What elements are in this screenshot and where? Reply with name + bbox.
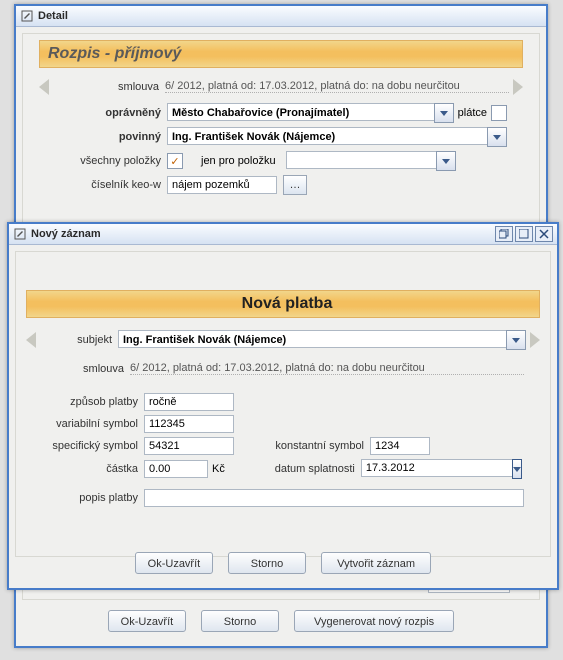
povinny-label: povinný bbox=[55, 131, 167, 143]
opravneny-dropdown-icon[interactable] bbox=[434, 103, 454, 123]
platce-checkbox[interactable] bbox=[491, 105, 507, 121]
opravneny-label: oprávněný bbox=[55, 107, 167, 119]
smlouva-label: smlouva bbox=[53, 81, 165, 93]
ciselnik-input[interactable] bbox=[167, 176, 277, 194]
prev-subject-arrow-icon[interactable] bbox=[26, 332, 36, 348]
popis-label: popis platby bbox=[42, 492, 144, 504]
newrec-create-button[interactable]: Vytvořit záznam bbox=[321, 552, 431, 574]
detail-footer: Ok-Uzavřít Storno Vygenerovat nový rozpi… bbox=[22, 602, 540, 640]
next-subject-arrow-icon[interactable] bbox=[530, 332, 540, 348]
detail-ok-button[interactable]: Ok-Uzavřít bbox=[108, 610, 186, 632]
castka-label: částka bbox=[42, 463, 144, 475]
subjekt-value: Ing. František Novák (Nájemce) bbox=[118, 330, 506, 348]
maximize-icon bbox=[519, 229, 529, 239]
edit-icon bbox=[13, 227, 27, 241]
newrec-ok-button[interactable]: Ok-Uzavřít bbox=[135, 552, 213, 574]
newrec-storno-button[interactable]: Storno bbox=[228, 552, 306, 574]
vsechny-checkbox[interactable]: ✓ bbox=[167, 153, 183, 169]
newrec-titlebar[interactable]: Nový záznam bbox=[9, 224, 557, 245]
castka-input[interactable] bbox=[144, 460, 208, 478]
newrec-smlouva-label: smlouva bbox=[42, 363, 130, 375]
restore-window-button[interactable] bbox=[495, 226, 513, 242]
detail-title: Detail bbox=[38, 10, 68, 22]
ciselnik-lookup-button[interactable]: … bbox=[283, 175, 307, 195]
close-window-button[interactable] bbox=[535, 226, 553, 242]
kc-label: Kč bbox=[212, 463, 225, 475]
close-icon bbox=[539, 229, 549, 239]
newrec-title: Nový záznam bbox=[31, 228, 101, 240]
zpusob-label: způsob platby bbox=[42, 396, 144, 408]
newrec-footer: Ok-Uzavřít Storno Vytvořit záznam bbox=[15, 544, 551, 582]
opravneny-value: Město Chabařovice (Pronajímatel) bbox=[167, 103, 434, 121]
var-input[interactable] bbox=[144, 415, 234, 433]
subjekt-label: subjekt bbox=[40, 334, 118, 346]
opravneny-combo[interactable]: Město Chabařovice (Pronajímatel) bbox=[167, 103, 454, 123]
popis-input[interactable] bbox=[144, 489, 524, 507]
zpusob-input[interactable] bbox=[144, 393, 234, 411]
splat-dropdown-icon[interactable] bbox=[512, 459, 522, 479]
newrec-smlouva-value: 6/ 2012, platná od: 17.03.2012, platná d… bbox=[130, 362, 524, 375]
splat-label: datum splatnosti bbox=[225, 463, 361, 475]
next-record-arrow-icon[interactable] bbox=[513, 79, 523, 95]
platce-label: plátce bbox=[458, 107, 487, 119]
ellipsis-icon: … bbox=[290, 179, 301, 191]
restore-icon bbox=[499, 229, 509, 239]
konst-label: konstantní symbol bbox=[234, 440, 370, 452]
jenpro-label: jen pro položku bbox=[201, 155, 276, 167]
detail-titlebar[interactable]: Detail bbox=[16, 6, 546, 27]
edit-icon bbox=[20, 9, 34, 23]
maximize-window-button[interactable] bbox=[515, 226, 533, 242]
jenpro-combo[interactable] bbox=[286, 151, 456, 171]
var-label: variabilní symbol bbox=[42, 418, 144, 430]
prev-record-arrow-icon[interactable] bbox=[39, 79, 49, 95]
ciselnik-label: číselník keo-w bbox=[55, 179, 167, 191]
subjekt-dropdown-icon[interactable] bbox=[506, 330, 526, 350]
jenpro-value bbox=[286, 151, 436, 169]
povinny-combo[interactable]: Ing. František Novák (Nájemce) bbox=[167, 127, 507, 147]
subjekt-combo[interactable]: Ing. František Novák (Nájemce) bbox=[118, 330, 526, 350]
detail-generate-button[interactable]: Vygenerovat nový rozpis bbox=[294, 610, 454, 632]
spec-label: specifický symbol bbox=[42, 440, 144, 452]
konst-input[interactable] bbox=[370, 437, 430, 455]
newrec-heading: Nová platba bbox=[26, 290, 540, 318]
povinny-dropdown-icon[interactable] bbox=[487, 127, 507, 147]
detail-storno-button[interactable]: Storno bbox=[201, 610, 279, 632]
splat-input[interactable] bbox=[361, 459, 512, 477]
jenpro-dropdown-icon[interactable] bbox=[436, 151, 456, 171]
povinny-value: Ing. František Novák (Nájemce) bbox=[167, 127, 487, 145]
smlouva-value: 6/ 2012, platná od: 17.03.2012, platná d… bbox=[165, 80, 509, 93]
spec-input[interactable] bbox=[144, 437, 234, 455]
detail-heading: Rozpis - příjmový bbox=[39, 40, 523, 68]
splat-combo[interactable] bbox=[361, 459, 461, 479]
new-record-window: Nový záznam Nová platba subjekt Ing. Fra… bbox=[7, 222, 559, 590]
vsechny-label: všechny položky bbox=[55, 155, 167, 167]
